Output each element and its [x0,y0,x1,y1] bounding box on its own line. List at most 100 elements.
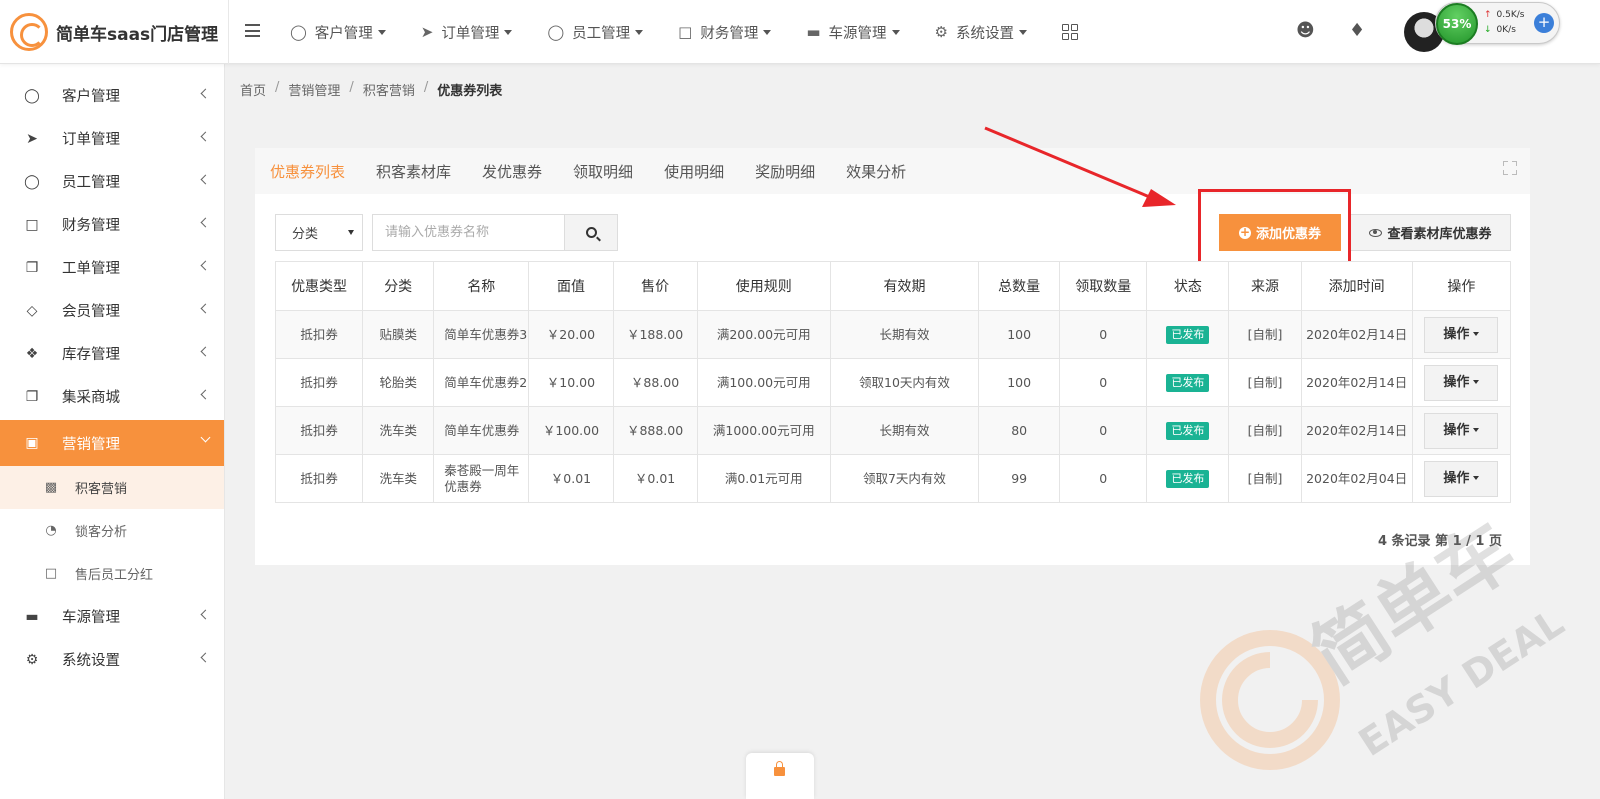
status-badge: 已发布 [1166,373,1210,392]
column-header: 优惠类型 [274,261,364,311]
pagination-info: 4 条记录 第 1 / 1 页 [1377,534,1502,549]
cell-added-time: 2020年02月04日 [1300,454,1413,503]
sidebar-item-staff[interactable]: ◯ 员工管理 [0,160,224,203]
topnav-label: 订单管理 [441,25,500,42]
coupon-search-input[interactable] [372,214,564,251]
topnav-staff[interactable]: ◯ 员工管理 [547,22,644,43]
breadcrumb-jike[interactable]: 积客营销 [363,80,415,99]
chevron-left-icon [200,389,211,400]
column-header: 来源 [1228,261,1302,311]
chevron-left-icon [200,131,211,142]
topnav-finance[interactable]: □ 财务管理 [678,22,772,43]
user-icon: ◯ [547,23,565,41]
sidebar-item-label: 客户管理 [62,89,120,105]
category-select-value: 分类 [292,227,319,242]
lock-tab[interactable] [746,753,814,799]
top-bar: 简单车saas门店管理 ◯ 客户管理 ➤ 订单管理 ◯ 员工管理 □ 财务管理 ▬ 车源管… [0,0,1600,64]
sidebar-item-settings[interactable]: ⚙ 系统设置 [0,638,224,681]
topnav-order[interactable]: ➤ 订单管理 [421,22,513,43]
cell-name: 简单车优惠券2 [433,358,530,407]
topnav-vehicle[interactable]: ▬ 车源管理 [806,22,900,43]
caret-down-icon [1473,380,1480,384]
cell-price: ￥888.00 [612,406,698,455]
sidebar-sub-jike[interactable]: ▩ 积客营销 [0,466,224,509]
tab-send-coupon[interactable]: 发优惠券 [482,161,542,182]
sidebar-item-finance[interactable]: □ 财务管理 [0,203,224,246]
topnav-settings[interactable]: ⚙ 系统设置 [935,22,1027,43]
category-select[interactable]: 分类 [275,214,363,251]
column-header: 名称 [433,261,530,311]
search-button[interactable] [564,214,618,251]
breadcrumb-marketing[interactable]: 营销管理 [288,80,340,99]
cell-validity: 领取7天内有效 [829,454,980,503]
row-action-button[interactable]: 操作 [1424,364,1499,401]
breadcrumb-home[interactable]: 首页 [240,80,266,99]
tab-claim-detail[interactable]: 领取明细 [573,161,633,182]
status-badge: 已发布 [1166,421,1210,440]
plus-icon[interactable]: + [1534,13,1554,33]
gear-icon: ⚙ [934,23,948,41]
apps-grid-icon[interactable] [1062,24,1078,40]
copy-icon: ❐ [25,259,39,276]
car-icon: ▬ [25,608,39,625]
table-header-row: 优惠类型 分类 名称 面值 售价 使用规则 有效期 总数量 领取数量 状态 来源… [274,261,1512,311]
menu-toggle-icon[interactable] [245,24,260,37]
breadcrumb-current: 优惠券列表 [437,84,503,99]
sidebar-item-inventory[interactable]: ❖ 库存管理 [0,332,224,375]
cell-face-value: ￥100.00 [528,406,614,455]
sidebar-item-mall[interactable]: ❐ 集采商城 [0,375,224,418]
caret-down-icon [763,29,772,35]
tab-reward-detail[interactable]: 奖励明细 [755,161,815,182]
column-header: 添加时间 [1300,261,1413,311]
tab-material-library[interactable]: 积客素材库 [376,161,451,182]
fullscreen-icon[interactable] [1503,161,1517,175]
sidebar-item-vehicle[interactable]: ▬ 车源管理 [0,595,224,638]
view-library-coupons-button[interactable]: 查看素材库优惠券 [1350,214,1511,251]
upload-speed-value: 0.5K/s [1496,10,1525,20]
cell-source: [自制] [1228,454,1302,503]
cell-claimed: 0 [1059,358,1148,407]
cell-category: 贴膜类 [362,310,435,359]
sidebar-sub-lock-analysis[interactable]: ◔ 锁客分析 [0,509,224,552]
chevron-left-icon [200,346,211,357]
tab-effect-analysis[interactable]: 效果分析 [846,161,906,182]
tab-coupon-list[interactable]: 优惠券列表 [270,161,345,182]
cell-claimed: 0 [1059,406,1148,455]
chevron-left-icon [200,174,211,185]
sidebar-item-workorder[interactable]: ❐ 工单管理 [0,246,224,289]
cell-category: 洗车类 [362,454,435,503]
sidebar-item-order[interactable]: ➤ 订单管理 [0,117,224,160]
cell-claimed: 0 [1059,454,1148,503]
support-icon[interactable]: ☻ [1296,20,1315,41]
column-header: 有效期 [829,261,980,311]
network-speed-widget[interactable]: 53% ↑ 0.5K/s ↓ 0K/s + [1435,2,1560,45]
sidebar-sub-bonus[interactable]: □ 售后员工分红 [0,552,224,595]
sidebar-item-label: 会员管理 [62,304,120,320]
row-action-button[interactable]: 操作 [1424,460,1499,497]
sidebar-item-label: 员工管理 [62,175,120,191]
sidebar-item-marketing[interactable]: ▣ 营销管理 [0,420,224,466]
arrow-up-icon: ↑ [1484,10,1492,20]
sidebar-item-customer[interactable]: ◯ 客户管理 [0,74,224,117]
sidebar-item-member[interactable]: ◇ 会员管理 [0,289,224,332]
folder-icon: □ [25,216,39,233]
sidebar-item-label: 工单管理 [62,261,120,277]
tab-use-detail[interactable]: 使用明细 [664,161,724,182]
cell-face-value: ￥0.01 [528,454,614,503]
cell-category: 洗车类 [362,406,435,455]
row-action-button[interactable]: 操作 [1424,412,1499,449]
folder-icon: □ [678,23,693,41]
cell-total: 100 [978,310,1061,359]
table-row: 抵扣券 轮胎类 简单车优惠券2 ￥10.00 ￥88.00 满100.00元可用… [274,358,1512,407]
user-icon: ◯ [290,23,307,41]
topnav-customer[interactable]: ◯ 客户管理 [290,22,386,43]
app-logo[interactable]: 简单车saas门店管理 [10,12,218,52]
diamond-icon: ◇ [26,302,38,319]
breadcrumb: 首页 / 营销管理 / 积客营销 / 优惠券列表 [240,80,502,99]
bell-icon[interactable]: ♦ [1349,20,1365,41]
cubes-icon: ❖ [25,345,39,362]
gear-icon: ⚙ [25,651,39,668]
download-speed: ↓ 0K/s [1484,25,1529,35]
gift-icon: ▣ [25,435,39,451]
row-action-button[interactable]: 操作 [1424,316,1499,353]
